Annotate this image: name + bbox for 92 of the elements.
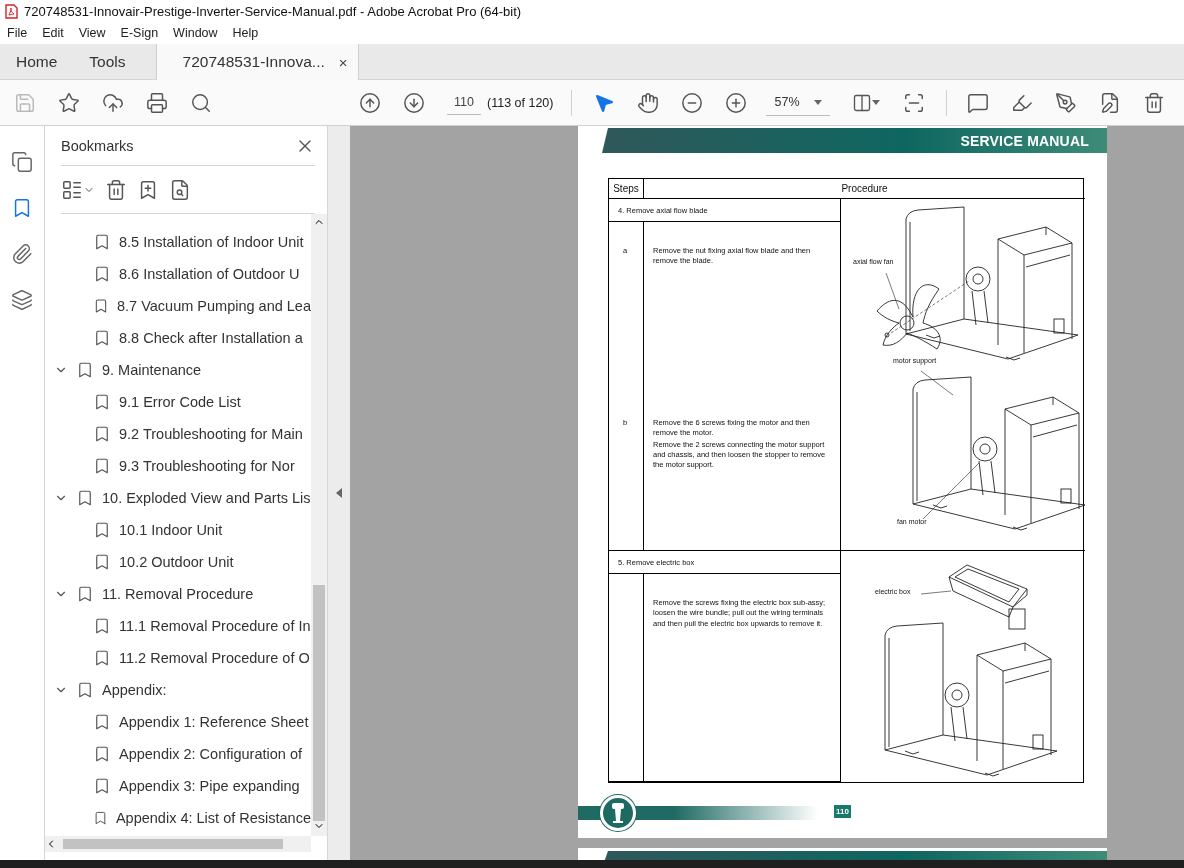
- bookmark-icon: [93, 233, 111, 251]
- bookmark-item[interactable]: 9. Maintenance: [45, 354, 311, 386]
- bookmark-icon: [93, 713, 111, 731]
- arrow-up-icon: [359, 91, 381, 114]
- bookmark-item[interactable]: Appendix 3: Pipe expanding: [45, 770, 311, 802]
- bookmark-icon: [76, 585, 94, 603]
- bookmark-icon: [93, 265, 111, 283]
- menu-item[interactable]: Window: [173, 26, 218, 40]
- bookmark-icon: [93, 617, 111, 635]
- bookmark-icon: [93, 745, 111, 763]
- close-tab-button[interactable]: ×: [338, 53, 348, 71]
- paperclip-icon: [11, 243, 33, 265]
- menu-item[interactable]: E-Sign: [120, 26, 159, 40]
- zoom-dropdown[interactable]: 57%: [766, 89, 831, 116]
- tab[interactable]: Tools: [73, 44, 142, 79]
- layers-icon: [11, 289, 33, 311]
- window-title: 720748531-Innovair-Prestige-Inverter-Service-Manual.pdf - Adobe Acrobat Pro (64-bit): [24, 3, 522, 19]
- bookmark-item[interactable]: 8.7 Vacuum Pumping and Lea: [45, 290, 311, 322]
- bookmark-item[interactable]: 9.3 Troubleshooting for Nor: [45, 450, 311, 482]
- bookmark-item[interactable]: 11. Removal Procedure: [45, 578, 311, 610]
- pages-icon: [11, 151, 33, 173]
- bookmark-item[interactable]: 8.6 Installation of Outdoor U: [45, 258, 311, 290]
- list-icon: [61, 178, 83, 201]
- table-header: Steps: [609, 179, 644, 199]
- bookmark-search-icon: [169, 178, 191, 201]
- bookmark-item[interactable]: 10.2 Outdoor Unit: [45, 546, 311, 578]
- bookmark-icon: [93, 393, 111, 411]
- cloud-upload-icon: [102, 91, 124, 114]
- arrow-down-icon: [403, 91, 425, 114]
- collapse-icon: [336, 488, 342, 498]
- page-header: SERVICE MANUAL: [960, 132, 1089, 149]
- save-icon: [14, 91, 36, 114]
- scrollbar[interactable]: [311, 214, 327, 836]
- caret-icon: [872, 100, 881, 105]
- panel-title: Bookmarks: [61, 137, 134, 154]
- page-fit-icon: [852, 92, 873, 113]
- scroll-mode-icon: [903, 91, 926, 114]
- bookmark-icon: [93, 649, 111, 667]
- menu-item[interactable]: View: [78, 26, 106, 40]
- bookmark-item[interactable]: 10. Exploded View and Parts Lis: [45, 482, 311, 514]
- leader-line: [920, 370, 954, 396]
- leader-line: [922, 462, 980, 520]
- bookmark-icon: [93, 809, 108, 827]
- menu-item[interactable]: File: [7, 26, 28, 40]
- printer-icon: [146, 91, 168, 114]
- bookmark-item[interactable]: Appendix 2: Configuration of: [45, 738, 311, 770]
- zoom-out-icon: [681, 91, 704, 114]
- bookmark-item[interactable]: 11.2 Removal Procedure of O: [45, 642, 311, 674]
- tab[interactable]: 720748531-Innova... ×: [155, 44, 359, 80]
- star-icon: [58, 91, 80, 114]
- bookmark-item[interactable]: 11.1 Removal Procedure of In: [45, 610, 311, 642]
- bookmark-icon: [93, 425, 111, 443]
- trash-icon: [105, 178, 127, 201]
- bookmark-icon: [93, 553, 111, 571]
- tab[interactable]: Home: [0, 44, 74, 79]
- bookmark-icon: [93, 521, 111, 539]
- hand-icon: [637, 91, 660, 114]
- pdf-file-icon: [5, 3, 18, 19]
- menu-item[interactable]: Help: [232, 26, 259, 40]
- leader-line: [920, 590, 952, 595]
- bookmark-icon: [93, 457, 111, 475]
- options-button[interactable]: [61, 178, 95, 201]
- bookmark-icon: [76, 489, 94, 507]
- bookmark-item[interactable]: 9.2 Troubleshooting for Main: [45, 418, 311, 450]
- bookmark-item[interactable]: Appendix 4: List of Resistance: [45, 802, 311, 834]
- logo-icon: [600, 795, 636, 831]
- search-icon: [190, 91, 212, 114]
- menu-item[interactable]: Edit: [42, 26, 64, 40]
- page-number-field[interactable]: 110: [447, 90, 481, 115]
- bookmark-item[interactable]: Appendix:: [45, 674, 311, 706]
- comment-icon: [967, 91, 990, 114]
- bookmark-item[interactable]: Appendix 1: Reference Sheet: [45, 706, 311, 738]
- bookmark-icon: [76, 681, 94, 699]
- bookmark-icon: [93, 329, 111, 347]
- delete-bookmark-button[interactable]: [105, 178, 127, 201]
- bookmark-icon: [93, 297, 109, 315]
- bookmark-icon: [93, 777, 111, 795]
- bookmark-item[interactable]: 8.5 Installation of Indoor Unit: [45, 226, 311, 258]
- bookmark-item[interactable]: 10.1 Indoor Unit: [45, 514, 311, 546]
- page-number: 110: [834, 805, 851, 818]
- page-count: (113 of 120): [487, 95, 554, 110]
- bookmark-item[interactable]: 9.1 Error Code List: [45, 386, 311, 418]
- bookmark-icon: [76, 361, 94, 379]
- bookmark-item[interactable]: 8.8 Check after Installation a: [45, 322, 311, 354]
- pen-icon: [1055, 91, 1078, 114]
- fan-blade-drawing: [876, 284, 941, 350]
- zoom-in-icon: [725, 91, 748, 114]
- scrollbar[interactable]: [45, 836, 311, 852]
- trash-icon: [1143, 91, 1166, 114]
- caret-icon: [814, 99, 823, 105]
- bookmark-search-button[interactable]: [169, 178, 191, 201]
- table-header: Procedure: [644, 179, 1085, 199]
